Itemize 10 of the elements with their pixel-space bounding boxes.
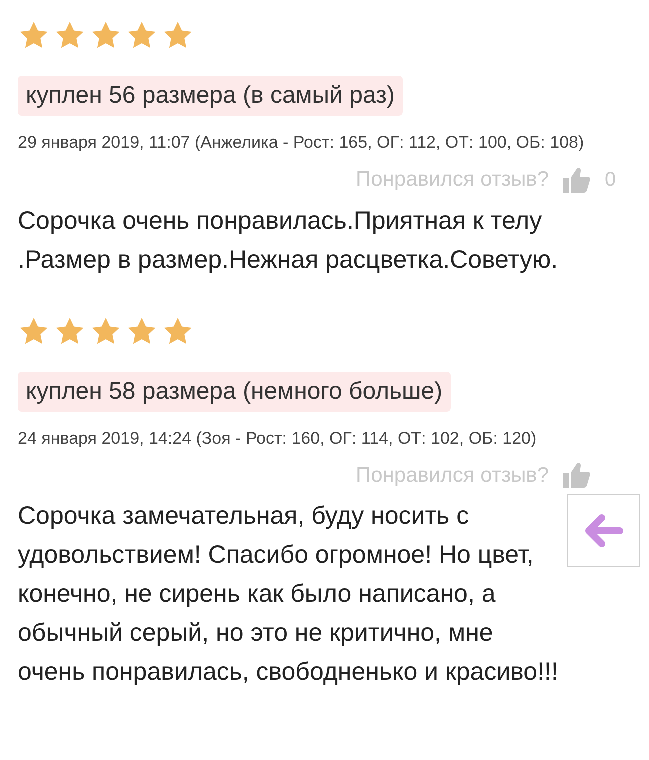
review-meta: 29 января 2019, 11:07 (Анжелика - Рост: 165, ОГ: 112, ОТ: 100, ОБ: 108)	[18, 132, 586, 154]
thumbs-up-icon[interactable]	[563, 462, 591, 488]
review-meta: 24 января 2019, 14:24 (Зоя - Рост: 160, ОГ: 114, ОТ: 102, ОБ: 120)	[18, 428, 538, 450]
size-tag: куплен 58 размера (немного больше)	[18, 372, 451, 412]
size-tag: куплен 56 размера (в самый раз)	[18, 76, 404, 116]
review-text: Сорочка очень понравилась.Приятная к телу .Размер в размер.Нежная расцветка.Советую.	[18, 206, 560, 276]
review-text: Сорочка замечательная, буду носить с удовольствием! Спасибо огромное! Но цвет, конечно, не сирень как было написано, а обычный серый, но это не критично, мне очень понравилась, свободненько и красиво!!!	[18, 501, 560, 688]
thumbs-up-icon[interactable]	[563, 166, 591, 193]
arrow-left-icon	[584, 514, 624, 548]
back-button[interactable]	[567, 494, 640, 567]
